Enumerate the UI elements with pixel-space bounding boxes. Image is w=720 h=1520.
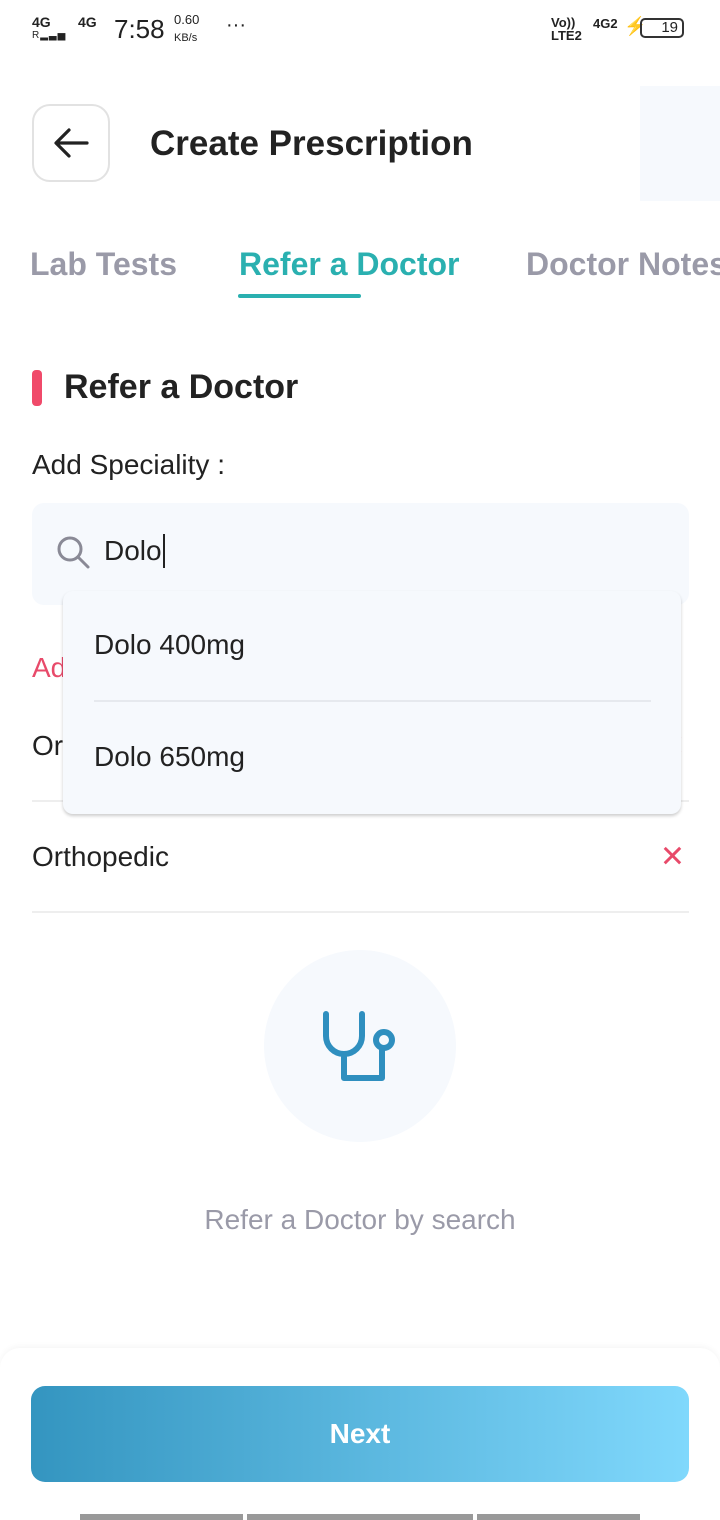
suggestion-item[interactable]: Dolo 650mg [94,741,245,773]
speciality-label: Or [32,729,64,761]
net-speed: 0.60 [174,12,200,27]
net-speed-unit: KB/s [174,32,198,44]
signal-2: 4G [78,14,97,30]
search-value: Dolo [104,535,162,566]
clock: 7:58 [114,14,165,44]
add-speciality-label: Add Speciality : [32,449,225,480]
suggestion-item[interactable]: Dolo 400mg [94,629,245,661]
status-bar: 4G R▂▃▅ 4G 7:58 0.60 KB/s ··· Vo)) LTE2 … [0,0,720,60]
divider [94,700,651,702]
next-button[interactable]: Next [31,1386,689,1482]
header-action-area [640,86,720,201]
active-tab-indicator [238,294,361,298]
suggestions-dropdown: Dolo 400mg Dolo 650mg [63,591,681,814]
remove-icon[interactable]: ✕ [660,839,685,874]
nav-bar-segment [477,1514,640,1520]
section-title: Refer a Doctor [64,368,299,406]
speciality-row: Orthopedic ✕ [32,802,689,913]
added-label: Ad [32,652,67,683]
signal-1: 4G [32,14,51,30]
network-type: 4G2 [593,16,618,31]
search-icon [57,536,90,569]
section-accent [32,370,42,406]
battery: 19 [640,18,684,38]
back-button[interactable] [32,104,110,182]
text-cursor [163,534,165,568]
arrow-left-icon [54,128,89,158]
page-title: Create Prescription [150,124,473,163]
empty-state-text: Refer a Doctor by search [204,1204,516,1235]
tab-lab-tests[interactable]: Lab Tests [30,246,177,283]
speciality-label: Orthopedic [32,840,169,872]
volte: Vo)) LTE2 [551,15,582,43]
stethoscope-icon [323,1011,395,1081]
nav-bar-segment [80,1514,243,1520]
empty-state-illustration [264,950,456,1142]
nav-bar-segment [247,1514,473,1520]
more-icon: ··· [226,14,246,36]
tab-doctor-notes[interactable]: Doctor Notes [526,246,720,283]
tab-refer-a-doctor[interactable]: Refer a Doctor [239,246,460,283]
